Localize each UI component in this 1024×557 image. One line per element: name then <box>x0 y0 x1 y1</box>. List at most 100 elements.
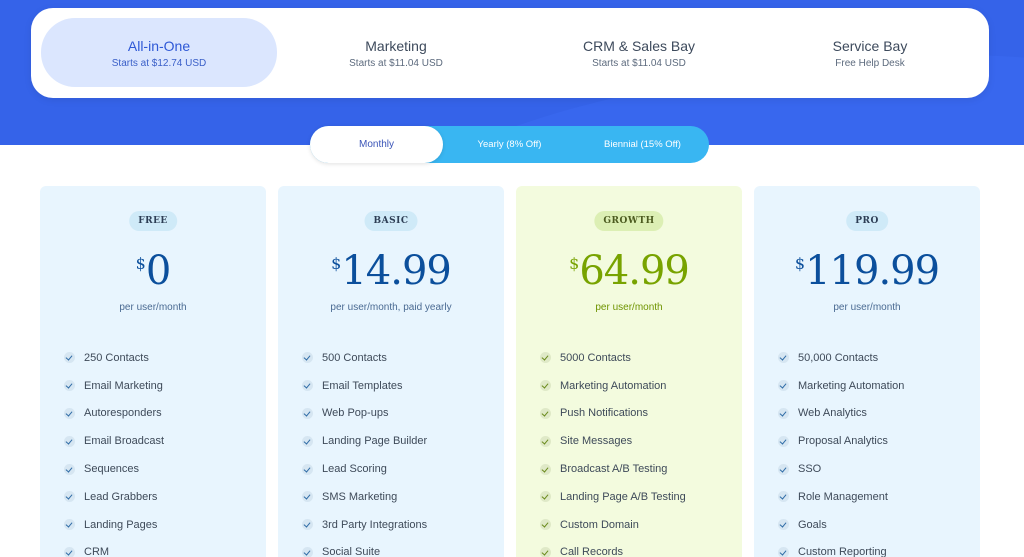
feature-label: 50,000 Contacts <box>798 351 879 364</box>
feature-list: 5000 Contacts Marketing Automation Push … <box>540 344 686 557</box>
feature-list: 500 Contacts Email Templates Web Pop-ups… <box>302 344 427 557</box>
feature-item: 250 Contacts <box>64 344 164 372</box>
feature-label: Custom Domain <box>560 518 639 531</box>
feature-item: Email Marketing <box>64 372 164 400</box>
feature-item: Sequences <box>64 455 164 483</box>
feature-label: Lead Grabbers <box>84 490 158 503</box>
product-tab-all-in-one[interactable]: All-in-One Starts at $12.74 USD <box>41 18 277 87</box>
feature-label: Email Marketing <box>84 379 163 392</box>
feature-label: Marketing Automation <box>560 379 667 392</box>
billing-biennial-option[interactable]: Biennial (15% Off) <box>576 126 709 163</box>
check-icon <box>64 407 75 419</box>
price-amount: 64.99 <box>579 248 690 294</box>
product-tab-crm-sales-bay[interactable]: CRM & Sales Bay Starts at $11.04 USD <box>521 18 757 87</box>
feature-label: Landing Pages <box>84 518 158 531</box>
feature-label: 500 Contacts <box>322 351 387 364</box>
product-tab-label: CRM & Sales Bay <box>582 38 696 54</box>
feature-item: Custom Domain <box>540 511 686 539</box>
feature-item: Email Broadcast <box>64 427 164 455</box>
feature-label: Email Templates <box>322 379 403 392</box>
product-tab-service-bay[interactable]: Service Bay Free Help Desk <box>752 18 988 87</box>
check-icon <box>64 491 75 503</box>
check-icon <box>64 435 75 447</box>
feature-item: Web Pop-ups <box>302 400 427 428</box>
check-icon <box>64 463 75 475</box>
feature-item: Proposal Analytics <box>778 427 904 455</box>
currency-symbol: $ <box>569 254 580 273</box>
product-tab-price: Free Help Desk <box>835 58 905 69</box>
feature-item: Email Templates <box>302 372 427 400</box>
feature-item: 500 Contacts <box>302 344 427 372</box>
check-icon <box>778 491 789 503</box>
feature-item: 3rd Party Integrations <box>302 511 427 539</box>
billing-monthly-option[interactable]: Monthly <box>310 126 443 163</box>
feature-list: 250 Contacts Email Marketing Autorespond… <box>64 344 164 557</box>
feature-label: Web Pop-ups <box>322 407 389 420</box>
currency-symbol: $ <box>794 254 806 273</box>
check-icon <box>540 380 551 392</box>
feature-item: SSO <box>778 455 904 483</box>
check-icon <box>540 352 551 364</box>
check-icon <box>540 491 551 503</box>
feature-label: SSO <box>798 463 822 476</box>
product-tab-marketing[interactable]: Marketing Starts at $11.04 USD <box>278 18 514 87</box>
feature-item: Landing Page Builder <box>302 427 427 455</box>
check-icon <box>540 546 551 557</box>
check-icon <box>302 463 313 475</box>
currency-symbol: $ <box>331 254 342 273</box>
feature-item: Marketing Automation <box>540 372 686 400</box>
plan-price: $0 <box>40 248 266 294</box>
price-amount: 0 <box>145 248 171 294</box>
check-icon <box>778 463 789 475</box>
feature-item: 5000 Contacts <box>540 344 686 372</box>
feature-label: 250 Contacts <box>84 351 149 364</box>
billing-yearly-option[interactable]: Yearly (8% Off) <box>443 126 576 163</box>
currency-symbol: $ <box>135 254 146 273</box>
check-icon <box>778 380 789 392</box>
check-icon <box>302 546 313 557</box>
feature-label: Push Notifications <box>560 407 649 420</box>
feature-label: Autoresponders <box>84 407 162 420</box>
feature-label: Web Analytics <box>798 407 867 420</box>
plan-card-free: FREE $0 per user/month 250 Contacts Emai… <box>40 186 266 557</box>
feature-label: Social Suite <box>322 546 381 557</box>
product-tab-label: All-in-One <box>127 38 191 54</box>
price-amount: 14.99 <box>341 248 452 294</box>
feature-item: Custom Reporting <box>778 539 904 557</box>
plan-period: per user/month <box>119 302 187 313</box>
feature-item: Landing Page A/B Testing <box>540 483 686 511</box>
plan-badge: PRO <box>846 211 888 231</box>
check-icon <box>540 463 551 475</box>
check-icon <box>778 546 789 557</box>
check-icon <box>540 407 551 419</box>
plan-card-pro: PRO $119.99 per user/month 50,000 Contac… <box>754 186 980 557</box>
feature-item: CRM <box>64 539 164 557</box>
check-icon <box>778 352 789 364</box>
check-icon <box>64 352 75 364</box>
check-icon <box>64 546 75 557</box>
feature-item: Broadcast A/B Testing <box>540 455 686 483</box>
feature-label: Landing Page A/B Testing <box>560 490 686 503</box>
feature-item: Social Suite <box>302 539 427 557</box>
feature-label: SMS Marketing <box>322 490 398 503</box>
check-icon <box>302 380 313 392</box>
feature-label: Goals <box>798 518 827 531</box>
check-icon <box>778 435 789 447</box>
plan-card-basic: BASIC $14.99 per user/month, paid yearly… <box>278 186 504 557</box>
feature-item: SMS Marketing <box>302 483 427 511</box>
feature-item: Autoresponders <box>64 400 164 428</box>
price-amount: 119.99 <box>805 248 940 294</box>
product-tab-price: Starts at $11.04 USD <box>349 58 443 69</box>
feature-item: 50,000 Contacts <box>778 344 904 372</box>
feature-item: Goals <box>778 511 904 539</box>
feature-item: Call Records <box>540 539 686 557</box>
check-icon <box>540 435 551 447</box>
plan-price: $14.99 <box>278 248 504 294</box>
plan-card-growth: GROWTH $64.99 per user/month 5000 Contac… <box>516 186 742 557</box>
feature-label: Broadcast A/B Testing <box>560 463 668 476</box>
feature-label: Landing Page Builder <box>322 435 428 448</box>
product-tab-price: Starts at $12.74 USD <box>111 58 207 69</box>
feature-item: Lead Scoring <box>302 455 427 483</box>
check-icon <box>64 380 75 392</box>
check-icon <box>302 352 313 364</box>
